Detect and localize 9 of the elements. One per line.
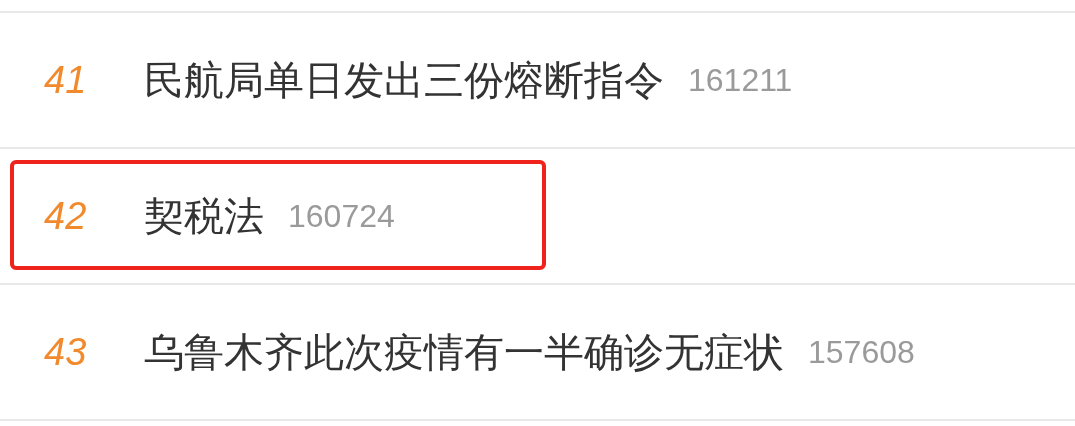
rank-number: 43 <box>43 330 88 374</box>
heat-count: 161211 <box>688 61 793 99</box>
topic-title[interactable]: 乌鲁木齐此次疫情有一半确诊无症状 <box>144 324 784 380</box>
rank-number: 41 <box>43 58 88 102</box>
heat-count: 160724 <box>288 197 395 235</box>
heat-count: 157608 <box>808 333 915 371</box>
topic-title[interactable]: 民航局单日发出三份熔断指令 <box>144 52 664 108</box>
rank-number: 42 <box>43 194 88 238</box>
topic-title[interactable]: 契税法 <box>144 188 264 244</box>
